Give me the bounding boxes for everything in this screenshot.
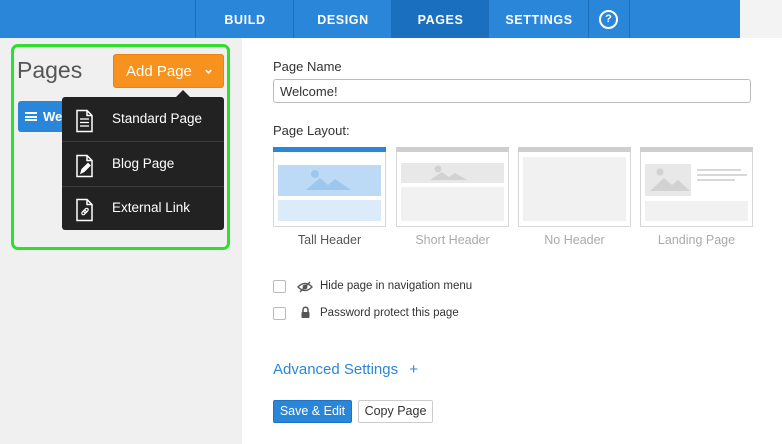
document-lines-icon	[73, 107, 95, 133]
layout-option-landing-page[interactable]: Landing Page	[640, 147, 753, 247]
menu-label-external-link: External Link	[112, 200, 191, 215]
menu-item-external-link[interactable]: External Link	[62, 186, 224, 230]
tab-pages[interactable]: PAGES	[391, 0, 489, 38]
document-link-icon	[73, 196, 95, 222]
layout-option-short-header[interactable]: Short Header	[396, 147, 509, 247]
plus-icon: +	[409, 361, 419, 378]
layout-caption: Tall Header	[297, 233, 362, 247]
layout-caption: No Header	[544, 233, 605, 247]
menu-label-standard-page: Standard Page	[112, 111, 203, 126]
page-name-input[interactable]	[273, 79, 751, 103]
sidebar-title: Pages	[17, 57, 83, 83]
lock-icon	[300, 306, 311, 324]
save-edit-button[interactable]: Save & Edit	[273, 400, 352, 423]
layout-caption: Short Header	[415, 233, 490, 247]
tab-design[interactable]: DESIGN	[293, 0, 392, 38]
add-page-menu: Standard Page Blog Page External Link	[62, 97, 224, 230]
layout-thumbnail	[518, 147, 631, 227]
menu-item-standard-page[interactable]: Standard Page	[62, 97, 224, 141]
hide-page-label: Hide page in navigation menu	[320, 280, 473, 292]
topbar-blank	[740, 0, 782, 38]
chevron-down-icon	[204, 55, 213, 88]
menu-caret	[176, 90, 190, 97]
password-protect-checkbox[interactable]	[273, 307, 286, 320]
top-nav-bar: BUILD DESIGN PAGES SETTINGS ?	[0, 0, 782, 38]
advanced-settings-link[interactable]: Advanced Settings +	[273, 361, 418, 378]
sidebar-page-item[interactable]: We	[18, 101, 68, 132]
menu-item-blog-page[interactable]: Blog Page	[62, 142, 224, 186]
help-button[interactable]: ?	[588, 0, 630, 38]
eye-slash-icon	[297, 280, 313, 298]
add-page-button[interactable]: Add Page	[113, 54, 224, 88]
menu-label-blog-page: Blog Page	[112, 156, 175, 171]
hide-page-checkbox[interactable]	[273, 280, 286, 293]
add-page-label: Add Page	[126, 63, 192, 80]
layout-thumbnail	[273, 147, 386, 227]
layout-option-tall-header[interactable]: Tall Header	[273, 147, 386, 247]
tab-settings[interactable]: SETTINGS	[488, 0, 589, 38]
layout-option-no-header[interactable]: No Header	[518, 147, 631, 247]
layout-thumbnail	[396, 147, 509, 227]
help-icon: ?	[599, 10, 618, 29]
layout-thumbnail	[640, 147, 753, 227]
document-pencil-icon	[73, 152, 95, 178]
layout-caption: Landing Page	[657, 233, 736, 247]
password-protect-label: Password protect this page	[320, 307, 459, 319]
hamburger-icon	[25, 112, 37, 121]
page-layout-label: Page Layout:	[273, 123, 350, 138]
copy-page-button[interactable]: Copy Page	[358, 400, 433, 423]
advanced-settings-label: Advanced Settings	[273, 361, 399, 378]
sidebar-page-label: We	[43, 109, 63, 124]
page-name-label: Page Name	[273, 59, 342, 74]
tab-build[interactable]: BUILD	[195, 0, 294, 38]
